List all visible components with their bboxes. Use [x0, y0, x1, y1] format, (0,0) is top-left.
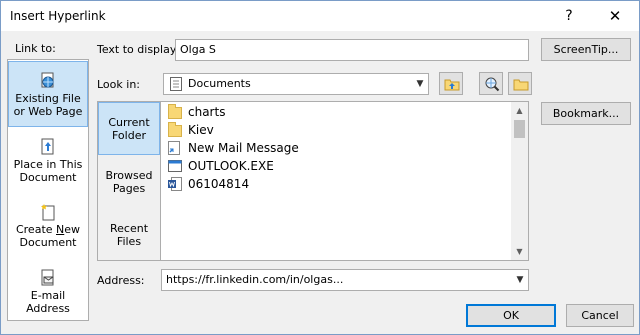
open-folder-icon — [513, 77, 529, 94]
email-label-1: E-mail — [30, 289, 66, 302]
tab-browsed-pages-line2: Pages — [112, 182, 146, 195]
address-input[interactable]: https://fr.linkedin.com/in/olgas... ▼ — [161, 269, 529, 291]
text-to-display-input[interactable]: Olga S — [175, 39, 529, 61]
email-label-2: Address — [26, 302, 70, 315]
link-to-panel: Existing File or Web Page Place in This … — [7, 59, 89, 321]
documents-icon — [170, 77, 182, 91]
new-document-icon — [39, 203, 57, 221]
folder-icon — [168, 104, 182, 119]
screentip-button[interactable]: ScreenTip... — [541, 38, 631, 61]
file-name: OUTLOOK.EXE — [188, 159, 274, 173]
link-to-existing-file[interactable]: Existing File or Web Page — [8, 61, 88, 127]
create-new-label-1: Create New — [15, 223, 81, 236]
tab-recent-files[interactable]: Recent Files — [98, 218, 160, 258]
link-to-create-new-document[interactable]: Create New Document — [8, 203, 88, 259]
place-label-1: Place in This — [13, 158, 83, 171]
dialog-title: Insert Hyperlink — [10, 9, 106, 23]
tab-recent-files-line1: Recent — [109, 222, 149, 235]
create-new-label-underlined: N — [56, 223, 65, 236]
tab-current-folder-line2: Folder — [112, 129, 146, 142]
insert-hyperlink-dialog: Insert Hyperlink ? ✕ Link to: Existing F… — [0, 0, 640, 335]
file-name: Kiev — [188, 123, 214, 137]
ok-button[interactable]: OK — [466, 304, 556, 327]
existing-file-label-1: Existing File — [15, 92, 81, 105]
look-in-dropdown[interactable]: Documents ▼ — [163, 73, 429, 95]
scroll-down-icon[interactable]: ▼ — [511, 243, 528, 260]
web-search-icon — [484, 76, 500, 95]
help-button[interactable]: ? — [547, 1, 591, 31]
browse-file-button[interactable] — [508, 72, 532, 95]
document-place-icon — [39, 138, 57, 156]
file-name: New Mail Message — [188, 141, 299, 155]
bookmark-button[interactable]: Bookmark... — [541, 102, 631, 125]
exe-icon — [168, 159, 182, 173]
word-doc-icon — [168, 177, 182, 191]
browse-panel: Current Folder Browsed Pages Recent File… — [97, 101, 529, 261]
text-to-display-value: Olga S — [180, 43, 216, 56]
folder-up-icon — [444, 77, 460, 94]
title-bar: Insert Hyperlink ? ✕ — [1, 1, 639, 31]
browse-folder-up-button[interactable] — [439, 72, 463, 95]
tab-current-folder-line1: Current — [108, 116, 150, 129]
tab-recent-files-line2: Files — [116, 235, 142, 248]
file-name: charts — [188, 105, 226, 119]
create-new-label-2: Document — [19, 236, 77, 249]
folder-icon — [168, 122, 182, 137]
close-button[interactable]: ✕ — [593, 1, 637, 31]
browse-web-button[interactable] — [479, 72, 503, 95]
shortcut-icon — [168, 141, 182, 155]
text-to-display-label: Text to display: — [97, 43, 180, 56]
tab-browsed-pages-line1: Browsed — [105, 169, 153, 182]
scroll-thumb[interactable] — [514, 120, 525, 138]
link-to-email-address[interactable]: E-mail Address — [8, 269, 88, 319]
chevron-down-icon[interactable]: ▼ — [512, 270, 528, 290]
link-to-label: Link to: — [15, 42, 56, 55]
address-value: https://fr.linkedin.com/in/olgas... — [166, 273, 344, 286]
scroll-up-icon[interactable]: ▲ — [511, 102, 528, 119]
place-label-2: Document — [19, 171, 77, 184]
look-in-label: Look in: — [97, 78, 140, 91]
existing-file-label-2: or Web Page — [13, 105, 83, 118]
tab-browsed-pages[interactable]: Browsed Pages — [98, 165, 160, 205]
link-to-place-in-document[interactable]: Place in This Document — [8, 138, 88, 194]
tab-current-folder[interactable]: Current Folder — [98, 102, 160, 155]
chevron-down-icon: ▼ — [416, 79, 424, 89]
email-icon — [39, 269, 57, 287]
cancel-button[interactable]: Cancel — [566, 304, 634, 327]
file-list-scrollbar[interactable]: ▲ ▼ — [511, 102, 528, 260]
look-in-value: Documents — [188, 77, 251, 90]
file-list: charts Kiev New Mail Message OUTLOOK.EXE — [162, 102, 512, 260]
file-name: 06104814 — [188, 177, 250, 191]
globe-file-icon — [39, 72, 57, 90]
address-label: Address: — [97, 274, 145, 287]
browse-tabs: Current Folder Browsed Pages Recent File… — [98, 102, 161, 260]
